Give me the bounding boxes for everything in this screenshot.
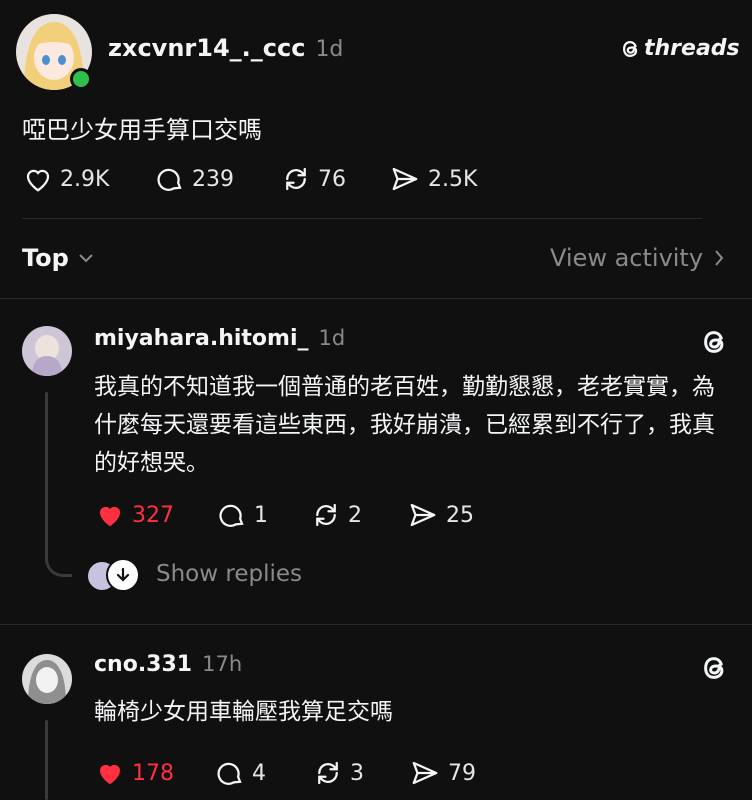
post-share-button[interactable]: 2.5K — [388, 164, 477, 194]
reply-comment-button[interactable]: 4 — [214, 758, 266, 788]
reply-avatar[interactable] — [22, 326, 72, 376]
reply-share-count: 79 — [448, 760, 476, 786]
repost-icon — [280, 164, 312, 194]
reply-username[interactable]: miyahara.hitomi_ — [94, 326, 309, 351]
threads-icon[interactable] — [700, 326, 730, 362]
post-like-count: 2.9K — [60, 166, 110, 192]
heart-filled-icon — [94, 758, 126, 788]
reply-time: 17h — [202, 652, 243, 676]
post-repost-button[interactable]: 76 — [280, 164, 346, 194]
reply-text: 輪椅少女用車輪壓我算足交嗎 — [94, 699, 393, 725]
arrow-down-icon — [106, 558, 140, 592]
reply-repost-button[interactable]: 2 — [310, 500, 362, 530]
comment-icon — [216, 500, 248, 530]
divider — [22, 218, 702, 219]
reply-time: 1d — [318, 326, 346, 350]
thread-line — [45, 720, 48, 800]
repost-icon — [312, 758, 344, 788]
show-replies-label: Show replies — [156, 561, 302, 587]
reply-like-button[interactable]: 178 — [94, 758, 174, 788]
sort-label: Top — [22, 244, 69, 272]
reply-comment-count: 4 — [252, 760, 266, 786]
reply-text: 我真的不知道我一個普通的老百姓，勤勤懇懇，老老實實，為什麼每天還要看這些東西，我… — [94, 374, 715, 476]
view-activity-link[interactable]: View activity — [550, 244, 725, 272]
repost-icon — [310, 500, 342, 530]
threads-logo: threads — [620, 36, 740, 61]
heart-icon — [22, 164, 54, 194]
post-share-count: 2.5K — [428, 166, 478, 192]
post-comment-button[interactable]: 239 — [154, 164, 234, 194]
reply-share-button[interactable]: 79 — [408, 758, 476, 788]
post-repost-count: 76 — [318, 166, 346, 192]
threads-logo-icon — [620, 37, 642, 61]
share-icon — [406, 500, 440, 530]
reply-comment-button[interactable]: 1 — [216, 500, 268, 530]
sort-dropdown[interactable]: Top — [22, 244, 95, 272]
reply-share-count: 25 — [446, 502, 474, 528]
thread-line — [45, 392, 48, 552]
threads-logo-text: threads — [644, 36, 740, 61]
heart-filled-icon — [94, 500, 126, 530]
post-comment-count: 239 — [192, 166, 234, 192]
comment-icon — [214, 758, 246, 788]
reply-like-count: 178 — [132, 760, 174, 786]
reply-share-button[interactable]: 25 — [406, 500, 474, 530]
chevron-right-icon — [713, 248, 725, 268]
online-indicator — [70, 68, 92, 90]
threads-icon[interactable] — [700, 652, 730, 688]
reply-like-count: 327 — [132, 502, 174, 528]
view-activity-label: View activity — [550, 244, 704, 272]
reply-repost-count: 2 — [348, 502, 362, 528]
reply-avatar[interactable] — [22, 654, 72, 704]
reply-like-button[interactable]: 327 — [94, 500, 174, 530]
divider — [0, 298, 752, 299]
comment-icon — [154, 164, 186, 194]
post-like-button[interactable]: 2.9K — [22, 164, 109, 194]
reply-comment-count: 1 — [254, 502, 268, 528]
reply-username[interactable]: cno.331 — [94, 652, 192, 677]
divider — [0, 624, 752, 625]
post-text: 啞巴少女用手算口交嗎 — [22, 116, 262, 144]
reply-repost-count: 3 — [350, 760, 364, 786]
reply-repost-button[interactable]: 3 — [312, 758, 364, 788]
share-icon — [388, 164, 422, 194]
chevron-down-icon — [77, 252, 95, 264]
post-time: 1d — [315, 37, 344, 62]
share-icon — [408, 758, 442, 788]
post-username[interactable]: zxcvnr14_._ccc — [108, 34, 305, 62]
show-replies-button[interactable]: Show replies — [86, 558, 302, 592]
thread-line-curve — [45, 540, 72, 577]
